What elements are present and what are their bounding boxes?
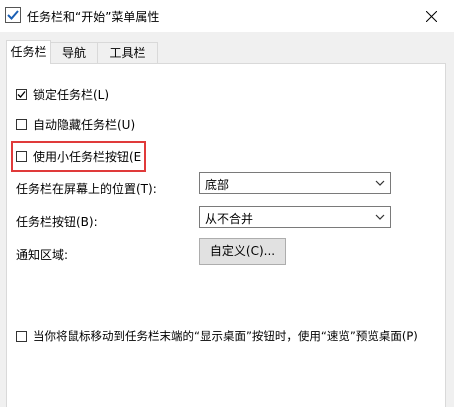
title-bar: 任务栏和“开始”菜单属性 <box>0 0 454 32</box>
peek-checkbox[interactable] <box>16 330 27 342</box>
buttons-combine-value: 从不合并 <box>205 212 254 226</box>
customize-button[interactable]: 自定义(C)... <box>199 238 286 265</box>
taskbar-tab-panel <box>6 63 446 407</box>
tab-navigation[interactable]: 导航 <box>49 42 99 63</box>
lock-taskbar-label: 锁定任务栏(L) <box>33 88 110 102</box>
position-value: 底部 <box>205 178 230 192</box>
chevron-down-icon <box>375 214 385 220</box>
auto-hide-option[interactable]: 自动隐藏任务栏(U) <box>16 116 135 133</box>
taskbar-properties-icon <box>5 7 21 23</box>
chevron-down-icon <box>375 180 385 186</box>
auto-hide-label: 自动隐藏任务栏(U) <box>33 118 136 132</box>
buttons-combine-label: 任务栏按钮(B): <box>16 215 98 229</box>
position-dropdown[interactable]: 底部 <box>199 172 391 194</box>
auto-hide-checkbox[interactable] <box>16 119 27 130</box>
tab-toolbars[interactable]: 工具栏 <box>97 42 158 63</box>
lock-taskbar-option[interactable]: 锁定任务栏(L) <box>16 86 109 103</box>
buttons-combine-dropdown[interactable]: 从不合并 <box>199 206 391 228</box>
notification-label: 通知区域: <box>16 248 69 262</box>
checkmark-icon <box>17 91 26 98</box>
lock-taskbar-checkbox[interactable] <box>16 89 27 100</box>
tab-taskbar[interactable]: 任务栏 <box>6 40 51 64</box>
close-button[interactable] <box>408 0 454 32</box>
window-title: 任务栏和“开始”菜单属性 <box>27 10 160 24</box>
position-label: 任务栏在屏幕上的位置(T): <box>16 182 157 196</box>
highlight-box <box>11 141 146 172</box>
close-icon <box>425 10 437 22</box>
peek-option[interactable]: 当你将鼠标移动到任务栏末端的“显示桌面”按钮时，使用“速览”预览桌面(P) <box>16 328 418 344</box>
peek-label: 当你将鼠标移动到任务栏末端的“显示桌面”按钮时，使用“速览”预览桌面(P) <box>33 329 418 343</box>
